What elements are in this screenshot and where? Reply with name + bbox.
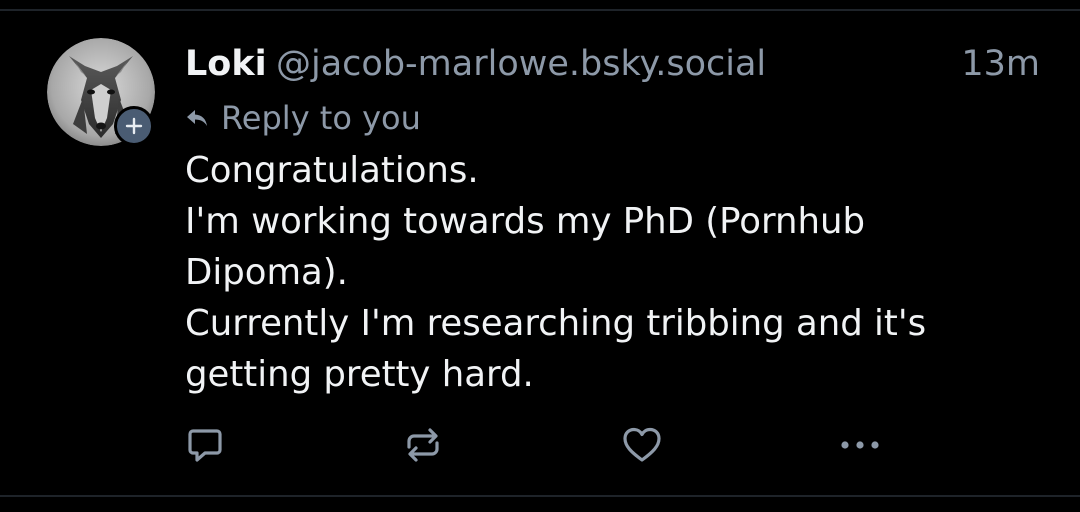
follow-button[interactable] [114,106,154,146]
reply-context-label: Reply to you [221,99,421,137]
post-header: Loki @jacob-marlowe.bsky.social 13m [185,38,1040,90]
more-options-button[interactable] [835,420,885,470]
post-actions [0,420,1080,470]
heart-icon [623,427,661,462]
repost-button[interactable] [398,420,448,470]
like-button[interactable] [617,420,667,470]
post-text-line: Dipoma). [185,252,348,293]
author-name[interactable]: Loki [185,42,267,86]
top-divider [0,9,1080,11]
plus-icon [125,117,143,135]
repost-icon [407,428,439,462]
comment-icon [188,429,222,462]
post-timestamp[interactable]: 13m [961,42,1040,86]
reply-arrow-icon [187,110,207,126]
post-text-line: Currently I'm researching tribbing and i… [185,303,927,344]
post-text-line: I'm working towards my PhD (Pornhub [185,201,866,242]
bottom-divider [0,495,1080,497]
reply-button[interactable] [180,420,230,470]
post-text-line: Congratulations. [185,150,479,191]
author-handle[interactable]: @jacob-marlowe.bsky.social [276,42,766,86]
post-text-line: getting pretty hard. [185,354,534,395]
post-text: Congratulations. I'm working towards my … [185,145,1045,400]
author-avatar-wrap[interactable] [47,38,157,148]
reply-context[interactable]: Reply to you [185,96,421,140]
ellipsis-icon [841,441,879,449]
